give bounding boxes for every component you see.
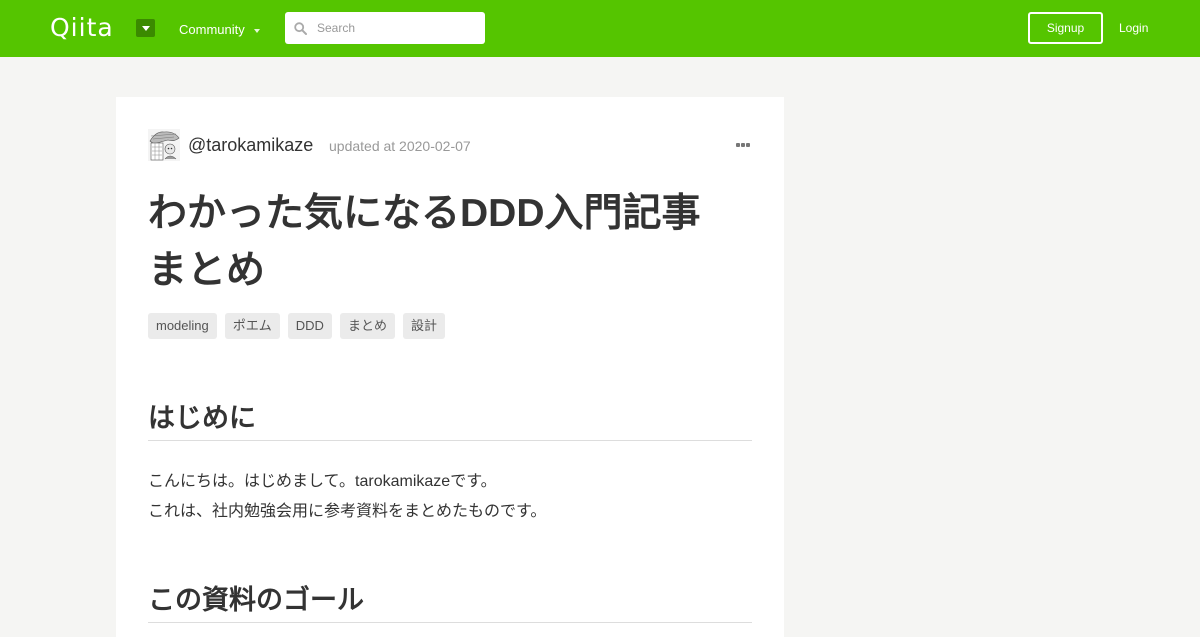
more-dot — [741, 143, 745, 147]
more-dot — [736, 143, 740, 147]
tag-matome[interactable]: まとめ — [339, 313, 395, 339]
tag-modeling[interactable]: modeling — [148, 313, 217, 339]
tag-design[interactable]: 設計 — [402, 313, 445, 339]
search-box[interactable] — [285, 12, 485, 44]
chevron-down-icon — [253, 28, 260, 33]
author-avatar[interactable] — [148, 129, 180, 161]
updated-date: updated at 2020-02-07 — [329, 138, 471, 154]
title-line-1: わかった気になるDDD入門記事 — [148, 192, 701, 235]
article-title: わかった気になるDDD入門記事 まとめ — [148, 185, 748, 299]
community-menu[interactable]: Community — [179, 22, 260, 38]
paragraph-line: こんにちは。はじめまして。tarokamikazeです。 — [148, 473, 497, 490]
search-input[interactable] — [317, 12, 477, 44]
signup-button[interactable]: Signup — [1028, 12, 1103, 44]
section-heading-intro: はじめに — [148, 397, 752, 441]
intro-paragraph: こんにちは。はじめまして。tarokamikazeです。 これは、社内勉強会用に… — [148, 467, 546, 527]
more-dot — [746, 143, 750, 147]
paragraph-line: これは、社内勉強会用に参考資料をまとめたものです。 — [148, 503, 547, 520]
tag-poem[interactable]: ポエム — [224, 313, 280, 339]
caret-down-icon — [141, 25, 150, 31]
global-header: Qiita Community Signup Login — [0, 0, 1200, 57]
author-username[interactable]: @tarokamikaze — [188, 134, 313, 156]
more-options-icon[interactable] — [736, 143, 752, 148]
article-card: @tarokamikaze updated at 2020-02-07 わかった… — [116, 97, 784, 637]
title-line-2: まとめ — [148, 249, 266, 292]
community-label: Community — [179, 22, 245, 37]
tag-ddd[interactable]: DDD — [287, 313, 332, 339]
section-heading-goal: この資料のゴール — [148, 579, 752, 623]
logo-menu-button[interactable] — [136, 19, 155, 37]
qiita-logo[interactable]: Qiita — [50, 13, 114, 43]
tag-list: modeling ポエム DDD まとめ 設計 — [148, 313, 445, 339]
login-link[interactable]: Login — [1119, 20, 1148, 36]
search-icon — [294, 22, 307, 35]
